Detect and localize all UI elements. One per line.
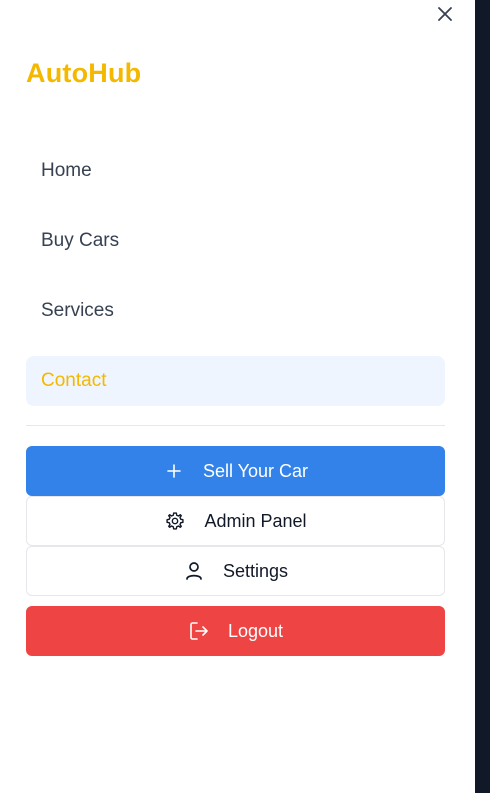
- logout-button[interactable]: Logout: [26, 606, 445, 656]
- sell-your-car-button[interactable]: Sell Your Car: [26, 446, 445, 496]
- logout-label: Logout: [227, 620, 284, 641]
- plus-icon: [163, 460, 185, 482]
- gear-icon: [164, 510, 186, 532]
- nav-menu: Home Buy Cars Services Contact: [26, 146, 445, 426]
- logout-icon: [188, 620, 210, 642]
- admin-panel-button[interactable]: Admin Panel: [26, 496, 445, 546]
- nav-item-contact[interactable]: Contact: [26, 356, 445, 406]
- settings-label: Settings: [222, 560, 289, 581]
- nav-item-label: Services: [41, 300, 114, 321]
- sell-your-car-label: Sell Your Car: [202, 460, 309, 481]
- page-backdrop[interactable]: [475, 0, 490, 793]
- brand-logo[interactable]: AutoHub: [26, 58, 141, 89]
- nav-item-home[interactable]: Home: [26, 146, 445, 196]
- nav-item-label: Contact: [41, 370, 107, 391]
- mobile-nav-drawer: AutoHub Home Buy Cars Services Contact S…: [0, 0, 475, 793]
- close-button[interactable]: [433, 4, 457, 28]
- divider: [26, 425, 445, 426]
- nav-item-label: Buy Cars: [41, 230, 120, 251]
- close-icon: [438, 6, 452, 26]
- settings-button[interactable]: Settings: [26, 546, 445, 596]
- admin-panel-label: Admin Panel: [204, 510, 307, 531]
- nav-item-buy-cars[interactable]: Buy Cars: [26, 216, 445, 266]
- user-icon: [183, 560, 205, 582]
- nav-item-services[interactable]: Services: [26, 286, 445, 336]
- nav-item-label: Home: [41, 160, 92, 181]
